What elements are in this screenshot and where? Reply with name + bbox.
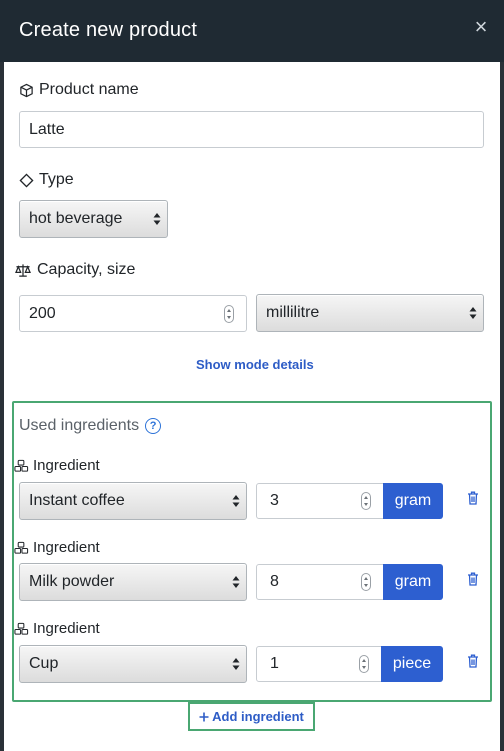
box-icon [20,83,33,97]
select-arrows-icon [153,213,161,225]
used-ingredients-heading: Used ingredients ? [19,417,162,435]
capacity-value-input[interactable]: 200 [19,295,247,332]
ingredient-label: Ingredient [14,457,100,474]
diamond-icon [19,172,34,188]
ingredient-quantity-input[interactable]: 8 [256,564,384,600]
ingredient-unit-button[interactable]: gram [383,483,443,519]
ingredient-label: Ingredient [14,620,100,637]
product-name-label: Product name [19,81,139,99]
quantity-spinner-icon[interactable] [359,655,369,673]
type-select-value: hot beverage [29,210,123,227]
cubes-icon [14,541,29,554]
ingredient-select[interactable]: Instant coffee [19,482,247,520]
add-ingredient-button[interactable]: Add ingredient [188,702,315,731]
ingredient-select-value: Instant coffee [29,492,125,509]
select-arrows-icon [469,307,477,319]
quantity-spinner-icon[interactable] [361,573,371,591]
capacity-label: Capacity, size [14,261,135,279]
type-label-text: Type [39,171,74,188]
show-more-details-link[interactable]: Show mode details [196,357,314,372]
select-arrows-icon [232,658,240,670]
capacity-unit-value: millilitre [266,304,320,321]
ingredient-quantity-text: 8 [270,573,279,590]
ingredient-label-text: Ingredient [33,539,100,556]
modal-header: Create new product × [0,0,504,62]
ingredient-quantity-input[interactable]: 3 [256,483,384,519]
ingredient-quantity-text: 1 [270,655,279,672]
close-icon[interactable]: × [472,16,490,38]
capacity-value-text: 200 [29,304,56,322]
quantity-spinner-icon[interactable] [361,492,371,510]
ingredient-label: Ingredient [14,539,100,556]
capacity-spinner-icon[interactable] [224,304,234,323]
product-name-label-text: Product name [39,81,139,98]
ingredient-label-text: Ingredient [33,620,100,637]
scale-icon [15,263,31,277]
modal-title: Create new product [19,19,198,41]
trash-icon[interactable] [467,491,479,505]
used-ingredients-title: Used ingredients [19,417,140,434]
ingredient-quantity-input[interactable]: 1 [256,646,382,682]
ingredient-quantity-text: 3 [270,492,279,509]
help-icon[interactable]: ? [145,418,162,434]
product-name-input[interactable]: Latte [19,111,484,148]
select-arrows-icon [232,576,240,588]
ingredient-label-text: Ingredient [33,457,100,474]
trash-icon[interactable] [467,654,479,668]
type-select[interactable]: hot beverage [19,200,168,238]
add-ingredient-label: Add ingredient [212,709,304,724]
capacity-unit-select[interactable]: millilitre [256,294,484,332]
ingredient-unit-button[interactable]: piece [381,646,443,682]
cubes-icon [14,622,29,635]
type-label: Type [19,171,74,189]
capacity-label-text: Capacity, size [37,261,136,278]
modal-left-edge [0,0,4,751]
modal-right-edge [500,0,504,751]
ingredient-select[interactable]: Milk powder [19,563,247,601]
select-arrows-icon [232,495,240,507]
create-product-modal: Create new product × Product name Latte … [0,0,504,751]
cubes-icon [14,459,29,472]
plus-icon [199,712,209,721]
ingredient-select-value: Cup [29,655,59,672]
ingredient-select-value: Milk powder [29,573,115,590]
trash-icon[interactable] [467,572,479,586]
ingredient-unit-button[interactable]: gram [383,564,443,600]
ingredient-select[interactable]: Cup [19,645,247,683]
